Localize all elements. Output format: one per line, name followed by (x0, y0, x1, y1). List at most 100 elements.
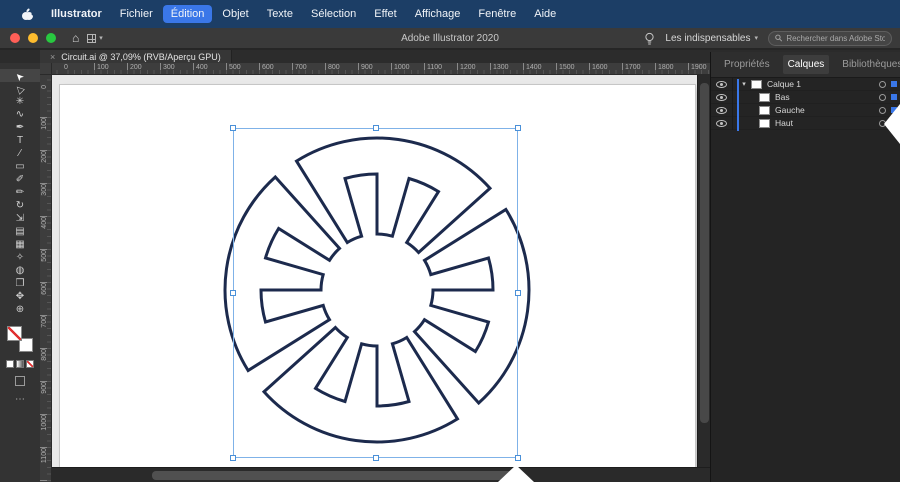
selection-handle-nw[interactable] (230, 125, 236, 131)
vertical-scrollbar-thumb[interactable] (700, 83, 709, 423)
menu-illustrator[interactable]: Illustrator (43, 5, 110, 23)
eyedropper-tool[interactable]: ✧ (0, 251, 40, 264)
ruler-horizontal[interactable]: 0 100 200 300 400 500 600 700 800 900 1000 1100 1200… (52, 63, 710, 75)
selection-handle-se[interactable] (515, 455, 521, 461)
selection-handle-ne[interactable] (515, 125, 521, 131)
more-tools-button[interactable]: ⋯ (15, 394, 25, 405)
layer-row-haut[interactable]: Haut (711, 116, 900, 130)
menu-fenetre[interactable]: Fenêtre (470, 5, 524, 23)
selection-chip[interactable] (891, 94, 897, 100)
none-button[interactable] (26, 360, 34, 368)
disclosure-triangle-icon[interactable]: ▾ (739, 80, 749, 88)
layer-thumbnail[interactable] (759, 92, 770, 102)
ruler-label: 1300 (493, 64, 509, 71)
selection-handle-s[interactable] (372, 455, 379, 461)
apple-menu[interactable] (14, 8, 41, 21)
horizontal-scrollbar-thumb[interactable] (152, 471, 512, 480)
search-input[interactable]: Rechercher dans Adobe Stock (768, 30, 892, 46)
menu-selection[interactable]: Sélection (303, 5, 364, 23)
gradient-button[interactable] (16, 360, 24, 368)
type-tool[interactable]: T (0, 134, 40, 147)
visibility-cell[interactable] (711, 77, 733, 91)
paintbrush-tool[interactable]: ✐ (0, 173, 40, 186)
ruler-label: 600 (41, 283, 48, 295)
ruler-label: 100 (97, 64, 109, 71)
visibility-cell[interactable] (711, 90, 733, 104)
workspace-switcher[interactable]: Les indispensables ▾ (665, 33, 758, 44)
selection-bounding-box[interactable] (230, 125, 521, 461)
menu-effet[interactable]: Effet (366, 5, 404, 23)
layer-thumbnail[interactable] (759, 118, 770, 128)
hand-tool[interactable]: ✥ (0, 290, 40, 303)
fill-stroke-indicator[interactable] (7, 326, 33, 352)
pen-tool[interactable]: ✒ (0, 121, 40, 134)
selection-handle-w[interactable] (230, 290, 236, 296)
document-tab[interactable]: × Circuit.ai @ 37,09% (RVB/Aperçu GPU) (40, 50, 232, 63)
fill-none-swatch[interactable] (7, 326, 22, 341)
menu-aide[interactable]: Aide (526, 5, 564, 23)
window-close-button[interactable] (10, 33, 20, 43)
rotate-tool[interactable]: ↻ (0, 199, 40, 212)
home-icon[interactable]: ⌂ (72, 31, 79, 45)
menu-objet[interactable]: Objet (214, 5, 256, 23)
tab-calques[interactable]: Calques (782, 55, 830, 74)
search-icon (775, 34, 783, 42)
layer-row-calque1[interactable]: ▾ Calque 1 (711, 77, 900, 91)
layer-thumbnail[interactable] (759, 105, 770, 115)
scale-tool[interactable]: ⇲ (0, 212, 40, 225)
menu-texte[interactable]: Texte (259, 5, 301, 23)
target-circle-icon[interactable] (879, 80, 886, 88)
selection-handle-sw[interactable] (230, 455, 236, 461)
eye-icon[interactable] (716, 80, 727, 88)
ruler-label: 1800 (658, 64, 674, 71)
eye-icon[interactable] (716, 93, 727, 101)
visibility-cell[interactable] (711, 116, 733, 130)
close-icon[interactable]: × (50, 52, 55, 62)
artboard-tool[interactable]: ❒ (0, 277, 40, 290)
selection-handle-e[interactable] (515, 290, 521, 296)
line-segment-tool[interactable]: ∕ (0, 147, 40, 160)
gradient-tool[interactable]: ▤ (0, 225, 40, 238)
horizontal-scrollbar[interactable] (52, 467, 710, 482)
pencil-tool[interactable]: ✏ (0, 186, 40, 199)
layer-name[interactable]: Gauche (775, 105, 805, 115)
ruler-label: 1400 (526, 64, 542, 71)
blend-tool[interactable]: ◍ (0, 264, 40, 277)
direct-selection-tool[interactable]: ▷ (0, 82, 40, 95)
tab-bibliotheques[interactable]: Bibliothèques (837, 55, 900, 74)
ruler-vertical[interactable]: 0 100 200 300 400 500 600 700 800 900 1000 1100 (40, 75, 52, 482)
menu-affichage[interactable]: Affichage (407, 5, 469, 23)
menu-edition[interactable]: Édition (162, 5, 213, 23)
target-circle-icon[interactable] (879, 93, 886, 101)
layer-thumbnail[interactable] (751, 79, 762, 89)
tab-proprietes[interactable]: Propriétés (719, 55, 775, 74)
layer-row-bas[interactable]: Bas (711, 90, 900, 104)
color-button[interactable] (6, 360, 14, 368)
application-bar: ⌂ ▾ Adobe Illustrator 2020 Les indispens… (0, 28, 900, 50)
selection-chip[interactable] (891, 81, 897, 87)
canvas-area[interactable] (52, 75, 710, 482)
zoom-tool[interactable]: ⊕ (0, 303, 40, 316)
visibility-cell[interactable] (711, 103, 733, 117)
selection-tool[interactable]: ➤ (0, 69, 40, 83)
draw-mode-button[interactable] (15, 376, 25, 386)
layer-row-gauche[interactable]: Gauche (711, 103, 900, 117)
vertical-scrollbar[interactable] (697, 75, 710, 482)
ruler-corner[interactable] (40, 63, 52, 75)
window-zoom-button[interactable] (46, 33, 56, 43)
layer-name[interactable]: Bas (775, 92, 790, 102)
arrange-documents-button[interactable]: ▾ (87, 33, 103, 43)
window-minimize-button[interactable] (28, 33, 38, 43)
layer-name[interactable]: Calque 1 (767, 79, 801, 89)
mesh-tool[interactable]: ▦ (0, 238, 40, 251)
lasso-tool[interactable]: ∿ (0, 108, 40, 121)
lightbulb-icon[interactable] (644, 32, 655, 45)
rectangle-tool[interactable]: ▭ (0, 160, 40, 173)
chevron-down-icon: ▾ (754, 35, 758, 42)
eye-icon[interactable] (716, 106, 727, 114)
magic-wand-tool[interactable]: ✳ (0, 95, 40, 108)
eye-icon[interactable] (716, 119, 727, 127)
menu-fichier[interactable]: Fichier (112, 5, 161, 23)
layer-name[interactable]: Haut (775, 118, 793, 128)
selection-handle-n[interactable] (372, 125, 379, 131)
